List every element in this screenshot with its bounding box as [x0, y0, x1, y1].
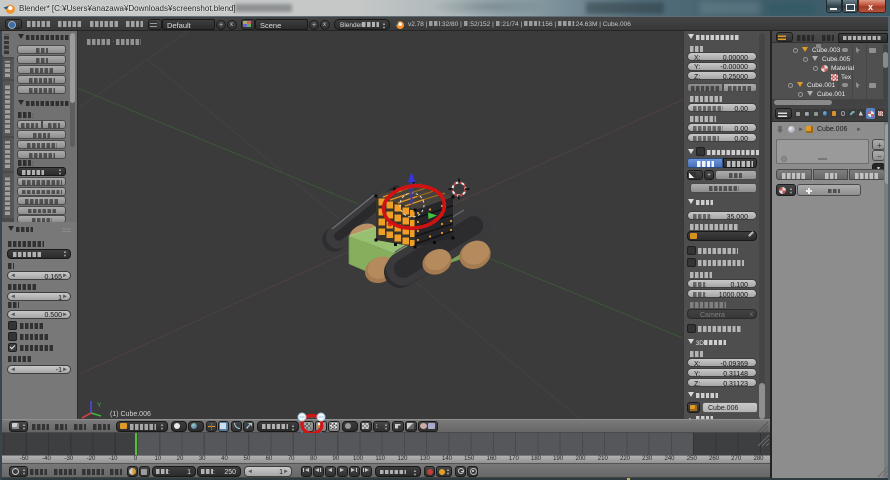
svg-text:Y: Y	[97, 402, 102, 409]
